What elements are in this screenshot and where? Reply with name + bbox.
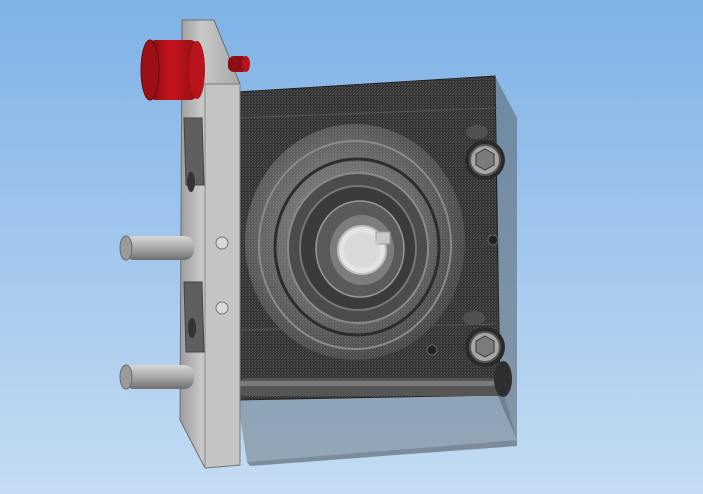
knob-axle [228,56,250,72]
cad-assembly-scene[interactable] [0,0,703,494]
red-knob[interactable] [140,39,205,101]
pin-lower[interactable] [119,364,194,390]
housing-hole-lower [426,344,438,356]
cad-viewport[interactable] [0,0,703,494]
housing-hole-right [487,234,499,246]
pin-upper[interactable] [119,235,194,261]
